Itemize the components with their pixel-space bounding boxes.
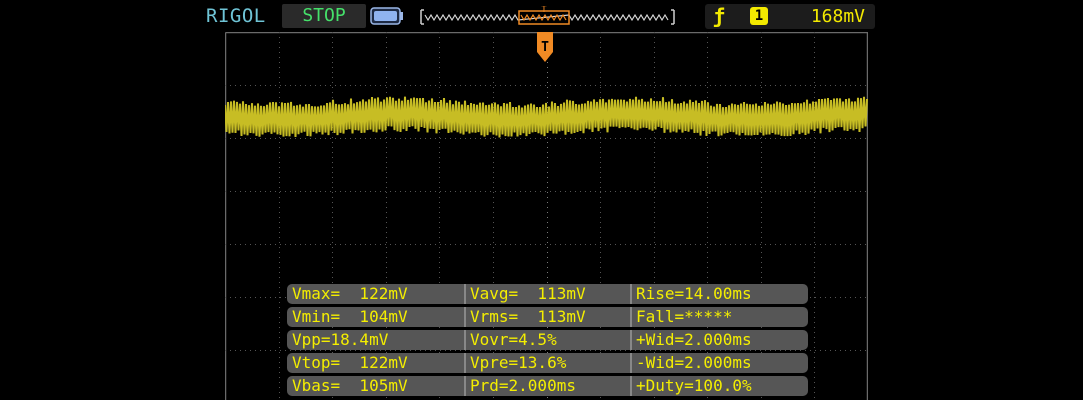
trigger-info[interactable]: ƒ 1 168mV xyxy=(705,4,875,29)
measurement-vmax: Vmax= 122mV xyxy=(292,284,408,303)
run-stop-status[interactable]: STOP xyxy=(282,4,366,28)
trigger-source-badge: 1 xyxy=(750,7,768,25)
measurement-fall: Fall=***** xyxy=(630,307,732,327)
measurement-table: Vmax= 122mV Vavg= 113mV Rise=14.00ms Vmi… xyxy=(287,284,808,399)
measurement-vovr: Vovr=4.5% xyxy=(464,330,557,350)
measurement-row: Vmax= 122mV Vavg= 113mV Rise=14.00ms xyxy=(287,284,808,304)
trigger-marker-label: T xyxy=(541,40,549,55)
memory-depth-bar[interactable]: T xyxy=(419,6,676,28)
measurement-rise: Rise=14.00ms xyxy=(630,284,752,304)
measurement-vtop: Vtop= 122mV xyxy=(292,353,408,372)
trigger-level-value: 168mV xyxy=(810,6,865,27)
measurement-row: Vmin= 104mV Vrms= 113mV Fall=***** xyxy=(287,307,808,327)
measurement-neg-width: -Wid=2.000ms xyxy=(630,353,752,373)
measurement-vpp: Vpp=18.4mV xyxy=(292,330,389,349)
oscilloscope-screen: RIGOL STOP T ƒ 1 168mV T Vmax= 122mV Vav… xyxy=(200,0,883,400)
brand-logo: RIGOL xyxy=(206,5,266,27)
channel1-waveform xyxy=(225,96,868,138)
battery-icon xyxy=(370,7,403,25)
measurement-pos-width: +Wid=2.000ms xyxy=(630,330,752,350)
measurement-row: Vpp=18.4mV Vovr=4.5% +Wid=2.000ms xyxy=(287,330,808,350)
trigger-position-marker[interactable]: T xyxy=(537,32,553,62)
measurement-row: Vbas= 105mV Prd=2.000ms +Duty=100.0% xyxy=(287,376,808,396)
measurement-pos-duty: +Duty=100.0% xyxy=(630,376,752,396)
measurement-vbas: Vbas= 105mV xyxy=(292,376,408,395)
measurement-vpre: Vpre=13.6% xyxy=(464,353,566,373)
memory-trigger-marker: T xyxy=(541,6,547,15)
measurement-vmin: Vmin= 104mV xyxy=(292,307,408,326)
rising-edge-icon: ƒ xyxy=(713,4,726,28)
measurement-period: Prd=2.000ms xyxy=(464,376,576,396)
measurement-vavg: Vavg= 113mV xyxy=(464,284,586,304)
measurement-vrms: Vrms= 113mV xyxy=(464,307,586,327)
measurement-row: Vtop= 122mV Vpre=13.6% -Wid=2.000ms xyxy=(287,353,808,373)
